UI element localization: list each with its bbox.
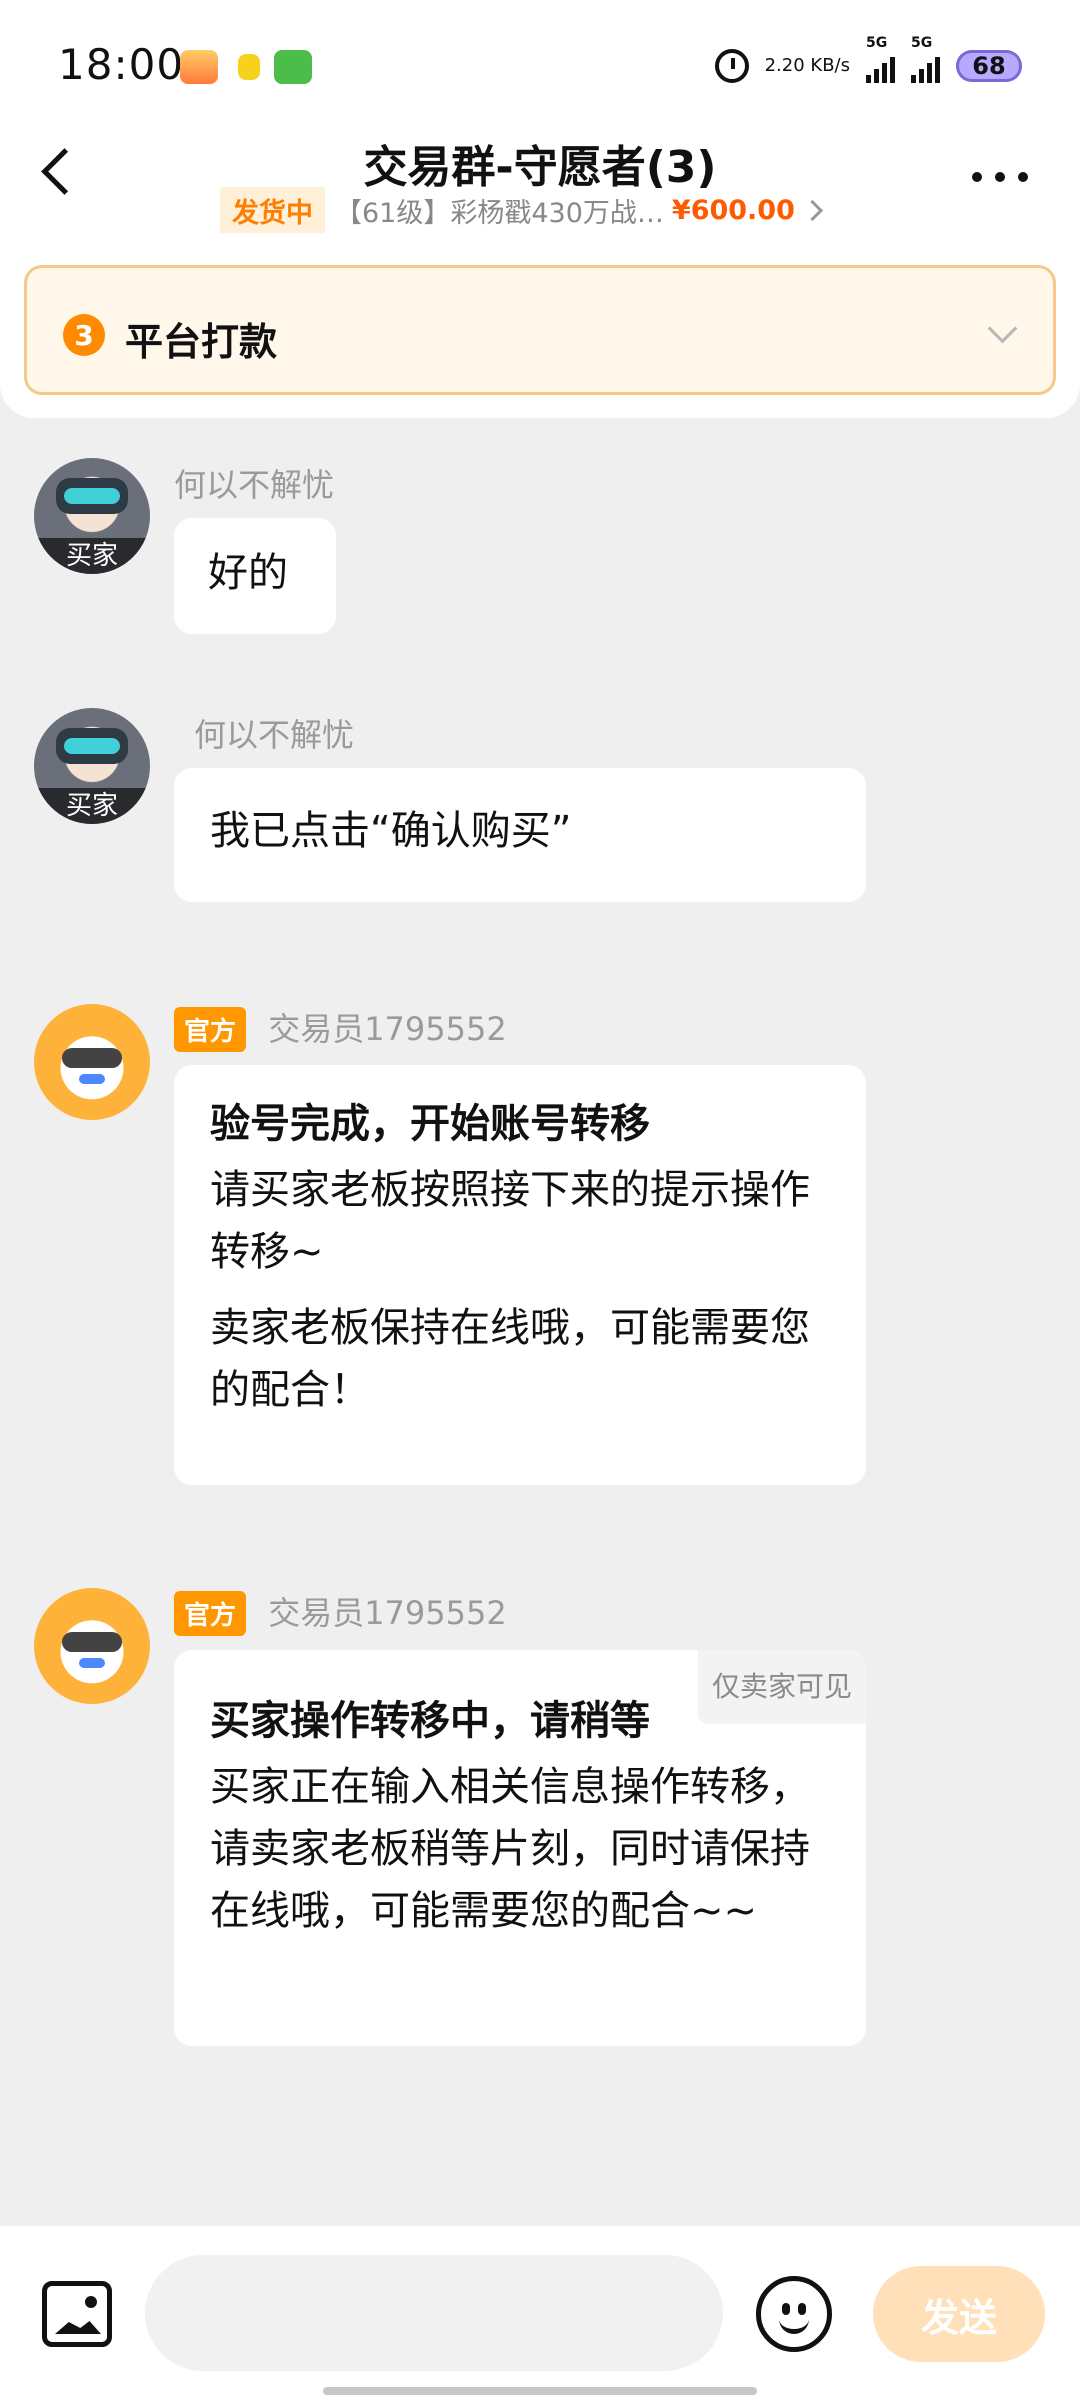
order-price: ¥600.00 (671, 194, 795, 226)
message-text: 我已点击“确认购买” (210, 808, 572, 854)
chat-message: 官方 交易员1795552 仅卖家可见 买家操作转移中，请稍等 买家正在输入相关… (0, 1588, 1080, 2048)
card-paragraph: 请买家老板按照接下来的提示操作转移~ (210, 1167, 810, 1275)
message-bubble[interactable]: 我已点击“确认购买” (174, 768, 866, 902)
signal-icon-2: 5G (911, 35, 940, 83)
card-paragraph: 买家正在输入相关信息操作转移，请卖家老板稍等片刻，同时请保持在线哦，可能需要您的… (210, 1764, 810, 1934)
chat-message: 官方 交易员1795552 验号完成，开始账号转移 请买家老板按照接下来的提示操… (0, 1004, 1080, 1485)
top-panel: 18:00 2.20 KB/s 5G 5G 68 交易群-守愿者(3) 发货中 … (0, 0, 1080, 418)
sender-name: 何以不解忧 (194, 716, 355, 754)
buyer-tag: 买家 (34, 788, 150, 824)
chat-header: 交易群-守愿者(3) 发货中 【61级】彩杨戳430万战… ¥600.00 (0, 125, 1080, 250)
app-notification-icon-1 (180, 50, 218, 84)
sender-line: 官方 交易员1795552 (174, 1588, 507, 1636)
official-badge: 官方 (174, 1007, 247, 1052)
official-badge: 官方 (174, 1591, 247, 1636)
more-options-button[interactable] (972, 167, 1028, 187)
dot-icon (972, 172, 982, 182)
chat-message: 买家 何以不解忧 我已点击“确认购买” (0, 708, 1080, 908)
signal-icon-1: 5G (866, 35, 895, 83)
home-indicator[interactable] (323, 2387, 757, 2395)
trade-stage-banner[interactable]: 3 平台打款 (24, 265, 1056, 395)
buyer-tag: 买家 (34, 538, 150, 574)
buyer-avatar[interactable]: 买家 (34, 708, 150, 824)
stage-step-number: 3 (63, 314, 105, 356)
network-speed: 2.20 KB/s (764, 55, 850, 76)
card-paragraph: 卖家老板保持在线哦，可能需要您的配合！ (210, 1305, 810, 1413)
system-message-card[interactable]: 验号完成，开始账号转移 请买家老板按照接下来的提示操作转移~ 卖家老板保持在线哦… (174, 1065, 866, 1485)
chevron-down-icon (987, 313, 1018, 344)
sender-name: 何以不解忧 (174, 466, 335, 504)
chevron-right-icon (801, 199, 823, 221)
goods-title: 【61级】彩杨戳430万战… (335, 197, 664, 229)
system-status: 2.20 KB/s 5G 5G 68 (714, 35, 1022, 88)
visibility-badge: 仅卖家可见 (697, 1650, 866, 1724)
chat-message: 买家 何以不解忧 好的 (0, 458, 1080, 648)
alarm-icon (714, 49, 749, 83)
dot-icon (995, 172, 1005, 182)
system-message-card[interactable]: 仅卖家可见 买家操作转移中，请稍等 买家正在输入相关信息操作转移，请卖家老板稍等… (174, 1650, 866, 2046)
app-notification-icon-2 (232, 50, 270, 84)
dot-icon (1018, 172, 1028, 182)
emoji-icon[interactable] (756, 2276, 832, 2352)
smile-mouth (779, 2311, 809, 2334)
status-time: 18:00 (58, 40, 185, 89)
sender-name: 交易员1795552 (268, 1010, 507, 1048)
message-bubble[interactable]: 好的 (174, 518, 336, 634)
stage-label: 平台打款 (125, 320, 278, 364)
send-button[interactable]: 发送 (873, 2266, 1045, 2362)
card-title: 验号完成，开始账号转移 (210, 1101, 650, 1147)
sender-line: 官方 交易员1795552 (174, 1004, 507, 1052)
order-summary[interactable]: 发货中 【61级】彩杨戳430万战… ¥600.00 (220, 187, 870, 233)
buyer-avatar[interactable]: 买家 (34, 458, 150, 574)
order-status-badge: 发货中 (220, 187, 325, 233)
chat-title: 交易群-守愿者(3) (363, 142, 717, 193)
message-text: 好的 (208, 550, 288, 596)
app-notification-icon-3 (274, 50, 312, 84)
status-bar: 18:00 2.20 KB/s 5G 5G 68 (0, 0, 1080, 130)
battery-indicator: 68 (956, 50, 1022, 82)
official-avatar[interactable] (34, 1004, 150, 1120)
message-input[interactable] (145, 2255, 723, 2371)
message-input-bar: 发送 (0, 2226, 1080, 2400)
image-icon[interactable] (42, 2281, 112, 2347)
sender-name: 交易员1795552 (268, 1594, 507, 1632)
official-avatar[interactable] (34, 1588, 150, 1704)
